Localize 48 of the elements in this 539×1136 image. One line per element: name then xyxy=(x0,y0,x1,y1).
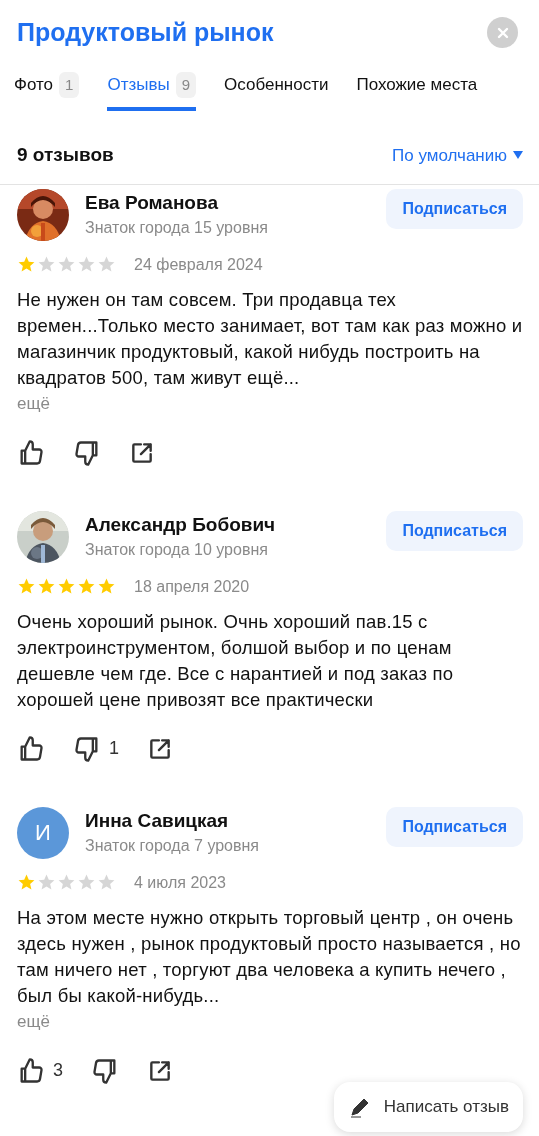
star-icon xyxy=(77,577,96,596)
review-date: 24 февраля 2024 xyxy=(134,254,263,275)
review-date: 18 апреля 2020 xyxy=(134,576,250,597)
tab[interactable]: Похожие места xyxy=(356,71,478,110)
star-icon xyxy=(37,577,56,596)
tab[interactable]: Особенности xyxy=(224,71,329,110)
avatar: И xyxy=(17,806,69,859)
reviewer-level: Знаток города 10 уровня xyxy=(85,539,269,560)
star-icon xyxy=(17,255,36,274)
reviewer-level: Знаток города 7 уровня xyxy=(85,835,260,856)
dislike-count: 1 xyxy=(109,737,119,760)
star-icon xyxy=(57,255,76,274)
thumbs-down-icon[interactable] xyxy=(91,1056,119,1085)
star-icon xyxy=(57,873,76,892)
star-icon xyxy=(97,255,116,274)
review-date: 4 июля 2023 xyxy=(134,872,226,893)
star-icon xyxy=(37,255,56,274)
star-icon xyxy=(17,577,36,596)
reviewer-name[interactable]: Инна Савицкая xyxy=(85,808,371,833)
star-icon xyxy=(97,577,116,596)
write-review-button[interactable]: Написать отзыв xyxy=(333,1082,523,1132)
star-icon xyxy=(97,873,116,892)
caret-icon xyxy=(513,151,523,160)
like-count: 3 xyxy=(53,1059,63,1082)
review-text: Очень хороший рынок. Очнь хороший пав.15 с электроинструментом, болшой выбор и по ценам дешевле чем где. Все с нарантией и под заказ по хорошей цене привозят все практически xyxy=(17,609,455,712)
star-icon xyxy=(77,255,96,274)
reviewer-level: Знаток города 15 уровня xyxy=(85,217,269,238)
sort-dropdown[interactable]: По умолчанию xyxy=(392,142,523,168)
tab-count: 9 xyxy=(175,71,197,98)
subscribe-button[interactable]: Подписаться xyxy=(386,806,523,847)
star-icon xyxy=(37,873,56,892)
tab[interactable]: Фото 1 xyxy=(14,71,80,111)
close-icon xyxy=(496,26,509,39)
subscribe-button[interactable]: Подписаться xyxy=(386,510,523,551)
star-icon xyxy=(77,873,96,892)
star-icon xyxy=(17,873,36,892)
subscribe-button[interactable]: Подписаться xyxy=(386,188,523,229)
thumbs-down-icon[interactable] xyxy=(73,438,101,467)
reviewer-name[interactable]: Александр Бобович xyxy=(85,512,371,537)
review-text: На этом месте нужно открыть торговый центр , он очень здесь нужен , рынок продуктовый просто называется , но там ничего нет , торгуют два человека а купить нечего , был бы какой-нибудь... xyxy=(17,905,522,1008)
reviewer-name[interactable]: Ева Романова xyxy=(85,190,371,215)
review-text: Не нужен он там совсем. Три продавца тех времен...Только место занимает, вот там как раз можно и магазинчик продуктовый, какой нибудь построить на квадратов 500, там живут ещё... xyxy=(17,287,523,390)
reviews-count: 9 отзывов xyxy=(17,143,114,167)
thumbs-down-icon[interactable] xyxy=(73,734,101,763)
tab[interactable]: Отзывы 9 xyxy=(107,71,197,111)
place-title: Продуктовый рынок xyxy=(17,17,274,48)
star-icon xyxy=(57,577,76,596)
tab-count: 1 xyxy=(59,71,80,98)
